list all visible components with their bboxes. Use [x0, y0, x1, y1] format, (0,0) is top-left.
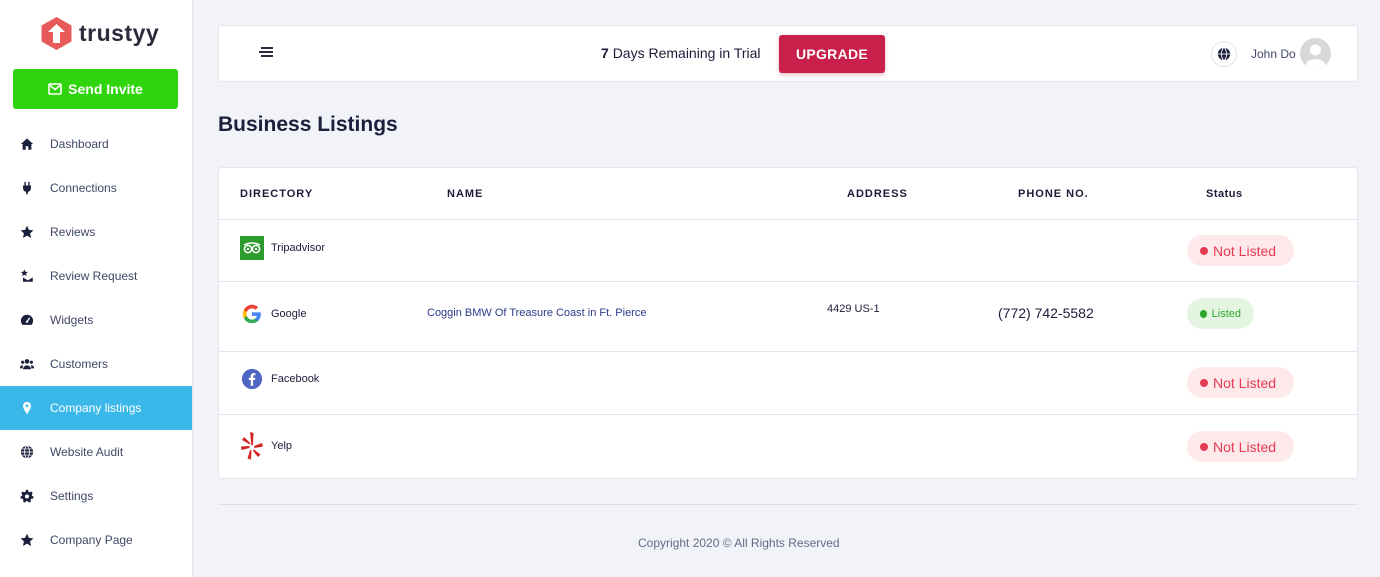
- send-invite-label: Send Invite: [68, 81, 143, 97]
- directory-cell: Google: [240, 302, 306, 326]
- sidebar-item-label: Settings: [50, 489, 94, 503]
- footer-divider: [218, 504, 1358, 505]
- status-text: Not Listed: [1213, 438, 1277, 455]
- logo-text: trustyy: [79, 20, 160, 46]
- upgrade-button[interactable]: UPGRADE: [779, 35, 885, 73]
- sidebar-item-label: Company listings: [50, 401, 142, 415]
- tripadvisor-icon: [240, 236, 264, 260]
- status-dot: [1200, 442, 1208, 451]
- language-button[interactable]: [1211, 41, 1237, 67]
- trial-days: 7: [601, 45, 609, 61]
- directory-cell: Facebook: [240, 367, 319, 391]
- trial-notice: 7 Days Remaining in Trial: [601, 45, 761, 61]
- sidebar-item-company-page[interactable]: Company Page: [0, 518, 192, 562]
- facebook-icon: [240, 367, 264, 391]
- send-invite-button[interactable]: Send Invite: [13, 69, 178, 109]
- sidebar-item-label: Company Page: [50, 533, 133, 547]
- status-text: Not Listed: [1213, 374, 1277, 391]
- table-row[interactable]: Yelp Not Listed: [219, 415, 1357, 478]
- sidebar-item-label: Review Request: [50, 269, 138, 283]
- copyright-text: Copyright 2020 © All Rights Reserved: [638, 536, 840, 550]
- status-dot: [1200, 378, 1208, 387]
- sidebar-item-label: Customers: [50, 357, 109, 371]
- business-name-link[interactable]: Coggin BMW Of Treasure Coast in Ft. Pier…: [427, 307, 646, 319]
- sidebar: trustyy Send Invite Dashboard Connection…: [0, 0, 193, 577]
- status-badge: Not Listed: [1187, 235, 1294, 266]
- star-icon: [19, 225, 34, 240]
- logo[interactable]: trustyy: [40, 16, 159, 51]
- directory-cell: Tripadvisor: [240, 236, 325, 260]
- user-avatar-icon: [1305, 44, 1326, 69]
- sidebar-item-widgets[interactable]: Widgets: [0, 298, 192, 342]
- users-icon: [19, 357, 34, 372]
- sidebar-item-label: Reviews: [50, 225, 96, 239]
- status-text: Listed: [1211, 307, 1241, 320]
- user-name[interactable]: John Do: [1251, 47, 1296, 61]
- sidebar-item-label: Connections: [50, 181, 117, 195]
- gauge-icon: [19, 313, 34, 328]
- sidebar-item-label: Widgets: [50, 313, 94, 327]
- menu-toggle-icon[interactable]: [259, 47, 274, 61]
- column-header-address: ADDRESS: [847, 188, 908, 200]
- envelope-star-icon: [19, 269, 34, 284]
- status-text: Not Listed: [1213, 242, 1277, 259]
- logo-mark-icon: [41, 17, 72, 50]
- column-header-directory: DIRECTORY: [240, 188, 314, 200]
- gear-icon: [19, 489, 34, 504]
- home-icon: [19, 137, 34, 152]
- globe-icon: [19, 445, 34, 460]
- status-dot: [1200, 309, 1207, 318]
- table-row[interactable]: Tripadvisor Not Listed: [219, 220, 1357, 282]
- column-header-status: Status: [1206, 188, 1243, 200]
- sidebar-item-reviews[interactable]: Reviews: [0, 210, 192, 254]
- sidebar-item-company-listings[interactable]: Company listings: [0, 386, 192, 430]
- avatar[interactable]: [1300, 38, 1331, 69]
- yelp-icon: [240, 431, 264, 461]
- phone-value: (772) 742-5582: [998, 305, 1094, 321]
- sidebar-item-connections[interactable]: Connections: [0, 166, 192, 210]
- globe-icon: [1217, 47, 1231, 61]
- sidebar-item-review-request[interactable]: Review Request: [0, 254, 192, 298]
- listings-table: DIRECTORY NAME ADDRESS PHONE NO. Status …: [218, 167, 1358, 479]
- sidebar-item-label: Website Audit: [50, 445, 124, 459]
- sidebar-item-customers[interactable]: Customers: [0, 342, 192, 386]
- topbar: 7 Days Remaining in Trial UPGRADE John D…: [218, 25, 1358, 82]
- map-pin-icon: [19, 401, 34, 416]
- directory-name: Yelp: [271, 440, 293, 452]
- envelope-icon: [48, 83, 62, 95]
- status-dot: [1200, 246, 1208, 255]
- sidebar-item-label: Dashboard: [50, 137, 109, 151]
- table-row[interactable]: Google Coggin BMW Of Treasure Coast in F…: [219, 282, 1357, 352]
- table-header: DIRECTORY NAME ADDRESS PHONE NO. Status: [219, 168, 1357, 220]
- sidebar-item-settings[interactable]: Settings: [0, 474, 192, 518]
- column-header-phone: PHONE NO.: [1018, 188, 1089, 200]
- directory-name: Facebook: [271, 373, 320, 385]
- page-title: Business Listings: [218, 113, 398, 136]
- sidebar-item-dashboard[interactable]: Dashboard: [0, 122, 192, 166]
- google-icon: [240, 302, 264, 326]
- directory-name: Google: [271, 308, 307, 320]
- status-badge: Not Listed: [1187, 367, 1294, 398]
- column-header-name: NAME: [447, 188, 484, 200]
- sidebar-item-website-audit[interactable]: Website Audit: [0, 430, 192, 474]
- address-value: 4429 US-1: [827, 303, 880, 315]
- sidebar-nav: Dashboard Connections Reviews Review Req…: [0, 122, 192, 562]
- status-badge: Listed: [1187, 298, 1254, 329]
- table-row[interactable]: Facebook Not Listed: [219, 352, 1357, 415]
- status-badge: Not Listed: [1187, 431, 1294, 462]
- directory-name: Tripadvisor: [271, 242, 325, 254]
- directory-cell: Yelp: [240, 431, 292, 461]
- trial-text: Days Remaining in Trial: [612, 45, 761, 61]
- plug-icon: [19, 181, 34, 196]
- star-icon: [19, 533, 34, 548]
